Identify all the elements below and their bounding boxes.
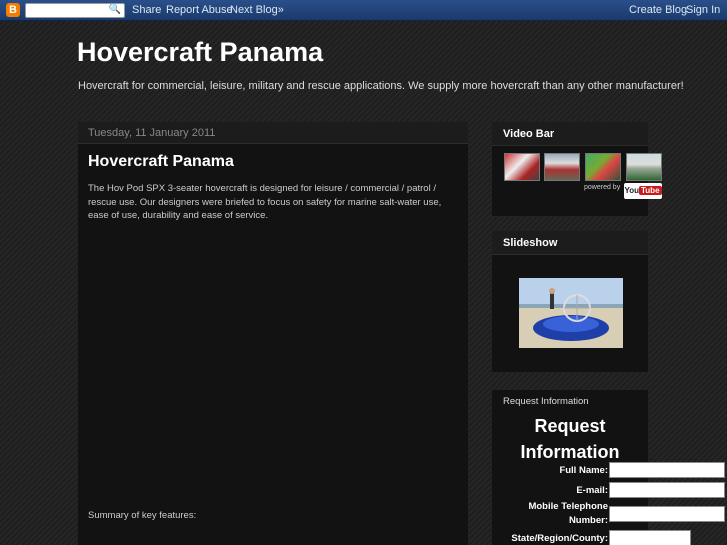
state-region-label: State/Region/County:	[511, 533, 608, 544]
share-link[interactable]: Share	[132, 4, 161, 16]
youtube-logo-icon[interactable]: You Tube	[624, 183, 662, 199]
post-body: The Hov Pod SPX 3-seater hovercraft is d…	[88, 183, 442, 221]
request-info-heading-line1: Request	[534, 416, 606, 436]
slideshow-title: Slideshow	[492, 231, 648, 255]
request-info-heading: Request Information	[492, 413, 648, 465]
video-thumbnail[interactable]	[626, 153, 662, 181]
blog-title[interactable]: Hovercraft Panama	[77, 37, 323, 68]
post-title[interactable]: Hovercraft Panama	[78, 144, 468, 171]
post-container: Tuesday, 11 January 2011 Hovercraft Pana…	[77, 121, 469, 545]
search-icon[interactable]: 🔍	[109, 4, 121, 15]
search-input[interactable]: 🔍	[25, 3, 125, 18]
hovercraft-photo	[519, 278, 623, 348]
video-thumbnail[interactable]	[585, 153, 621, 181]
mobile-telephone-field[interactable]	[609, 506, 725, 522]
slideshow-widget: Slideshow	[491, 230, 649, 373]
slideshow-image[interactable]	[519, 278, 623, 348]
next-blog-link[interactable]: Next Blog»	[230, 4, 284, 16]
mobile-telephone-label: Mobile Telephone Number:	[528, 501, 608, 526]
email-field[interactable]	[609, 482, 725, 498]
post-summary: Summary of key features:	[88, 510, 197, 521]
create-blog-link[interactable]: Create Blog	[629, 4, 687, 16]
sign-in-link[interactable]: Sign In	[686, 4, 720, 16]
blog-description: Hovercraft for commercial, leisure, mili…	[78, 80, 684, 92]
youtube-logo-you: You	[624, 186, 639, 195]
youtube-logo-tube: Tube	[639, 186, 662, 195]
request-info-title: Request Information	[503, 396, 589, 407]
email-label: E-mail:	[576, 485, 608, 496]
full-name-label: Full Name:	[559, 465, 608, 476]
post-date: Tuesday, 11 January 2011	[78, 122, 468, 144]
video-thumbnail[interactable]	[504, 153, 540, 181]
video-bar-title: Video Bar	[492, 122, 648, 146]
powered-by-label: powered by	[584, 184, 621, 191]
request-information-widget: Request Information Request Information …	[491, 389, 725, 545]
state-region-field[interactable]	[609, 530, 691, 545]
video-thumbnail[interactable]	[544, 153, 580, 181]
full-name-field[interactable]	[609, 462, 725, 478]
video-bar-widget: Video Bar powered by You Tube	[491, 121, 662, 217]
blogger-logo-icon[interactable]: B	[6, 3, 20, 17]
blogger-navbar: B 🔍 Share Report Abuse Next Blog» Create…	[0, 0, 727, 21]
report-abuse-link[interactable]: Report Abuse	[166, 4, 233, 16]
